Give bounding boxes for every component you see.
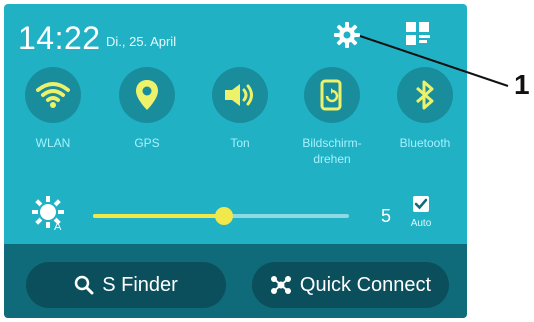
toggle-label: Ton — [230, 136, 250, 150]
quick-connect-button[interactable]: Quick Connect — [252, 262, 449, 308]
wifi-icon — [36, 82, 70, 108]
auto-brightness-checkbox[interactable] — [413, 196, 429, 212]
brightness-slider[interactable] — [93, 207, 349, 225]
toggle-label: Bildschirm- drehen — [302, 136, 362, 166]
toggle-bluetooth[interactable]: Bluetooth — [395, 67, 455, 151]
screen-rotate-icon — [320, 79, 342, 111]
gear-icon[interactable] — [332, 20, 362, 50]
s-finder-button[interactable]: S Finder — [26, 262, 226, 308]
brightness-auto-icon: A — [32, 196, 64, 233]
svg-text:A: A — [54, 221, 62, 233]
toggle-circle — [25, 67, 81, 123]
brightness-slider-fill — [93, 214, 224, 218]
search-icon — [74, 275, 94, 295]
callout-number: 1 — [514, 69, 530, 100]
auto-brightness-label: Auto — [410, 218, 432, 229]
quick-connect-icon — [270, 276, 291, 294]
location-pin-icon — [136, 80, 158, 110]
checkmark-icon — [414, 198, 428, 210]
bluetooth-icon — [416, 80, 434, 110]
toggle-label: WLAN — [35, 136, 71, 150]
quick-connect-label: Quick Connect — [299, 273, 432, 296]
toggle-screen-rotation[interactable]: Bildschirm- drehen — [302, 67, 362, 167]
brightness-value: 5 — [381, 206, 392, 226]
toggle-label: GPS — [134, 136, 160, 150]
toggle-circle — [397, 67, 453, 123]
brightness-slider-thumb[interactable] — [214, 207, 233, 225]
speaker-icon — [225, 84, 253, 106]
s-finder-label: S Finder — [102, 273, 178, 296]
grid-edit-icon[interactable] — [404, 20, 432, 48]
notification-panel: 14:22 Di., 25. April WLAN GPS Ton Bildsc… — [4, 4, 467, 318]
status-time: 14:22 — [18, 20, 101, 56]
toggle-wlan[interactable]: WLAN — [23, 67, 83, 151]
toggle-sound[interactable]: Ton — [210, 67, 270, 151]
toggle-gps[interactable]: GPS — [117, 67, 177, 151]
toggle-circle — [212, 67, 268, 123]
toggle-label: Bluetooth — [399, 136, 451, 150]
status-date: Di., 25. April — [106, 34, 177, 49]
toggle-circle — [304, 67, 360, 123]
toggle-circle — [119, 67, 175, 123]
